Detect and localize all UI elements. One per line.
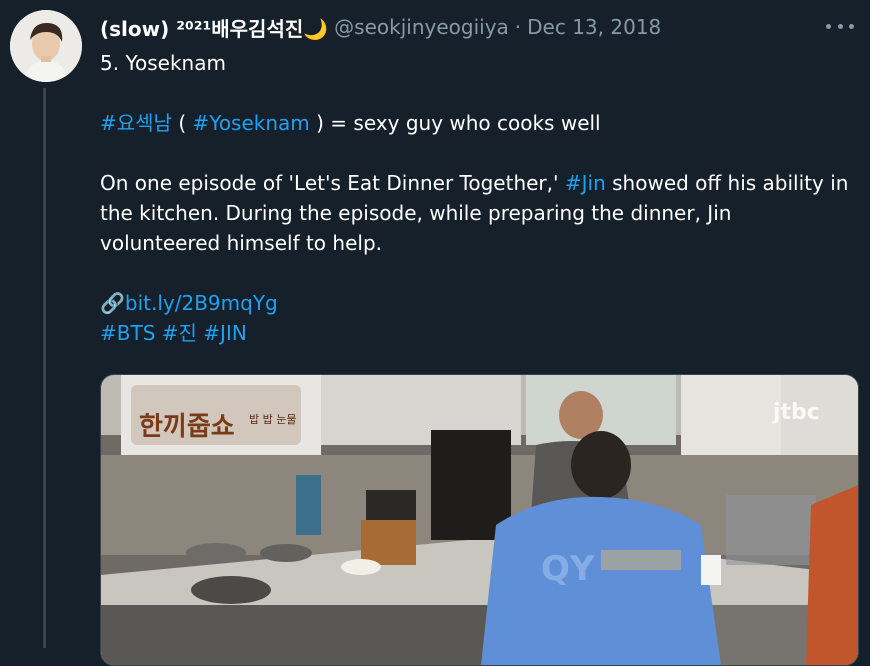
hashtag-yoseknam[interactable]: #Yoseknam [193,111,310,135]
more-options-icon[interactable] [826,14,854,38]
tweet-text: 5. Yoseknam #요섹남 ( #Yoseknam ) = sexy gu… [100,48,850,348]
paragraph-start: On one episode of 'Let's Eat Dinner Toge… [100,171,565,195]
hashtag-line: #BTS #진 #JIN [100,318,850,348]
hashtag-yoseknam-korean[interactable]: #요섹남 [100,111,172,135]
separator-dot: · [514,15,522,39]
hashtag-jin[interactable]: #Jin [565,171,606,195]
thread-line [43,88,46,648]
hashtag-jin-english[interactable]: #JIN [203,321,247,345]
tweet-media-image[interactable]: 한끼줍쇼 밥 밥 눈물 jtbc QY [100,374,859,666]
shirt-text: QY [541,549,595,589]
tweet-date[interactable]: Dec 13, 2018 [527,15,661,39]
hashtag-bts[interactable]: #BTS [100,321,155,345]
definition-line: #요섹남 ( #Yoseknam ) = sexy guy who cooks … [100,108,850,138]
hashtag-jin-korean[interactable]: #진 [162,321,197,345]
avatar-image [10,10,82,82]
tweet-header: (slow) ²⁰²¹배우김석진🌙 @seokjinyeogiiya · Dec… [100,12,850,42]
paren-open: ( [171,111,193,135]
display-name[interactable]: (slow) ²⁰²¹배우김석진🌙 [100,13,328,42]
definition-text: ) = sexy guy who cooks well [309,111,601,135]
tweet-heading: 5. Yoseknam [100,51,226,75]
episode-paragraph: On one episode of 'Let's Eat Dinner Toge… [100,168,850,258]
kitchen-scene: 한끼줍쇼 밥 밥 눈물 jtbc QY [101,375,858,665]
short-link[interactable]: 🔗bit.ly/2B9mqYg [100,288,850,318]
short-link-text[interactable]: bit.ly/2B9mqYg [125,291,278,315]
show-sub-text: 밥 밥 눈물 [249,413,296,426]
channel-watermark: jtbc [772,400,820,425]
link-icon: 🔗 [100,291,125,315]
show-logo-text: 한끼줍쇼 [139,412,235,442]
user-handle[interactable]: @seokjinyeogiiya [334,15,509,39]
avatar[interactable] [10,10,82,82]
